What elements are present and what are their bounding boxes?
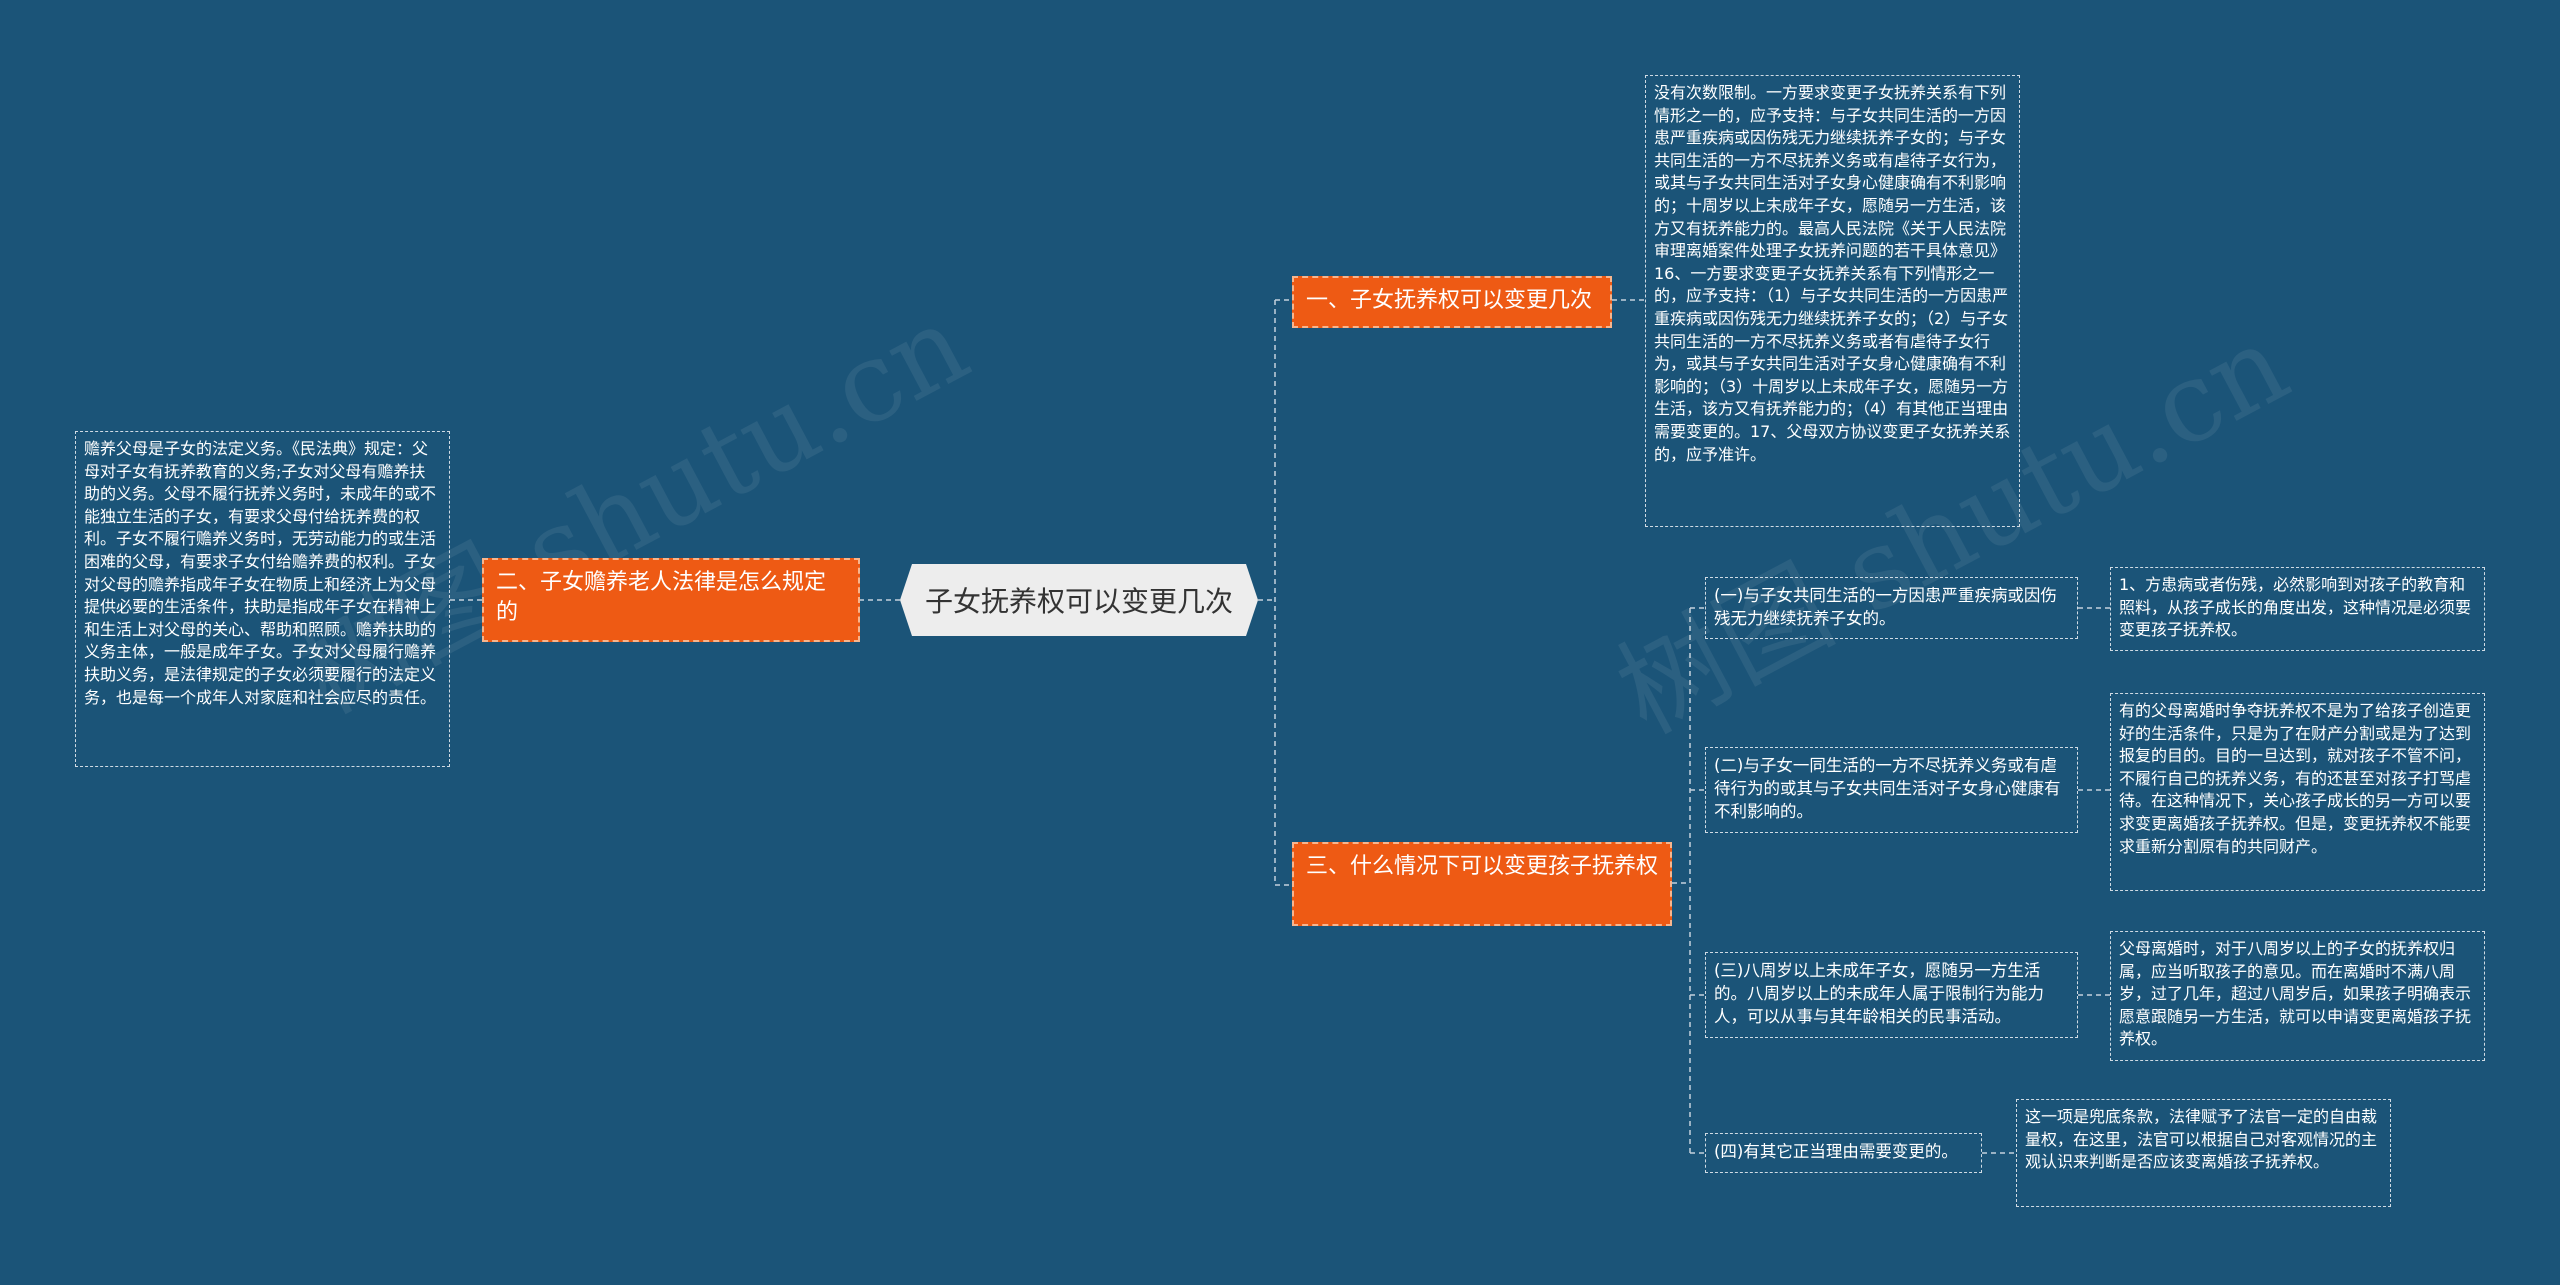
- branch-left-detail: 赡养父母是子女的法定义务。《民法典》规定：父母对子女有抚养教育的义务;子女对父母…: [75, 431, 450, 767]
- mind-map-canvas: 树图 shutu.cn 树图 shutu.cn 子女抚养权可以变更几次 二、子女…: [0, 0, 2560, 1285]
- branch3-item-4[interactable]: (四)有其它正当理由需要变更的。: [1705, 1133, 1982, 1173]
- branch3-item-1-detail: 1、方患病或者伤残，必然影响到对孩子的教育和照料，从孩子成长的角度出发，这种情况…: [2110, 567, 2485, 651]
- branch3-item-4-detail: 这一项是兜底条款，法律赋予了法官一定的自由裁量权，在这里，法官可以根据自己对客观…: [2016, 1099, 2391, 1207]
- branch-left-topic[interactable]: 二、子女赡养老人法律是怎么规定的: [482, 558, 860, 642]
- branch1-topic[interactable]: 一、子女抚养权可以变更几次: [1292, 276, 1612, 328]
- root-topic[interactable]: 子女抚养权可以变更几次: [900, 564, 1258, 636]
- branch1-detail: 没有次数限制。一方要求变更子女抚养关系有下列情形之一的，应予支持：与子女共同生活…: [1645, 75, 2020, 527]
- branch3-topic[interactable]: 三、什么情况下可以变更孩子抚养权: [1292, 842, 1672, 926]
- branch3-item-2-detail: 有的父母离婚时争夺抚养权不是为了给孩子创造更好的生活条件，只是为了在财产分割或是…: [2110, 693, 2485, 891]
- branch3-item-3-detail: 父母离婚时，对于八周岁以上的子女的抚养权归属，应当听取孩子的意见。而在离婚时不满…: [2110, 931, 2485, 1061]
- branch3-item-1[interactable]: (一)与子女共同生活的一方因患严重疾病或因伤残无力继续抚养子女的。: [1705, 577, 2078, 639]
- branch3-item-3[interactable]: (三)八周岁以上未成年子女，愿随另一方生活的。八周岁以上的未成年人属于限制行为能…: [1705, 952, 2078, 1038]
- branch3-item-2[interactable]: (二)与子女一同生活的一方不尽抚养义务或有虐待行为的或其与子女共同生活对子女身心…: [1705, 747, 2078, 833]
